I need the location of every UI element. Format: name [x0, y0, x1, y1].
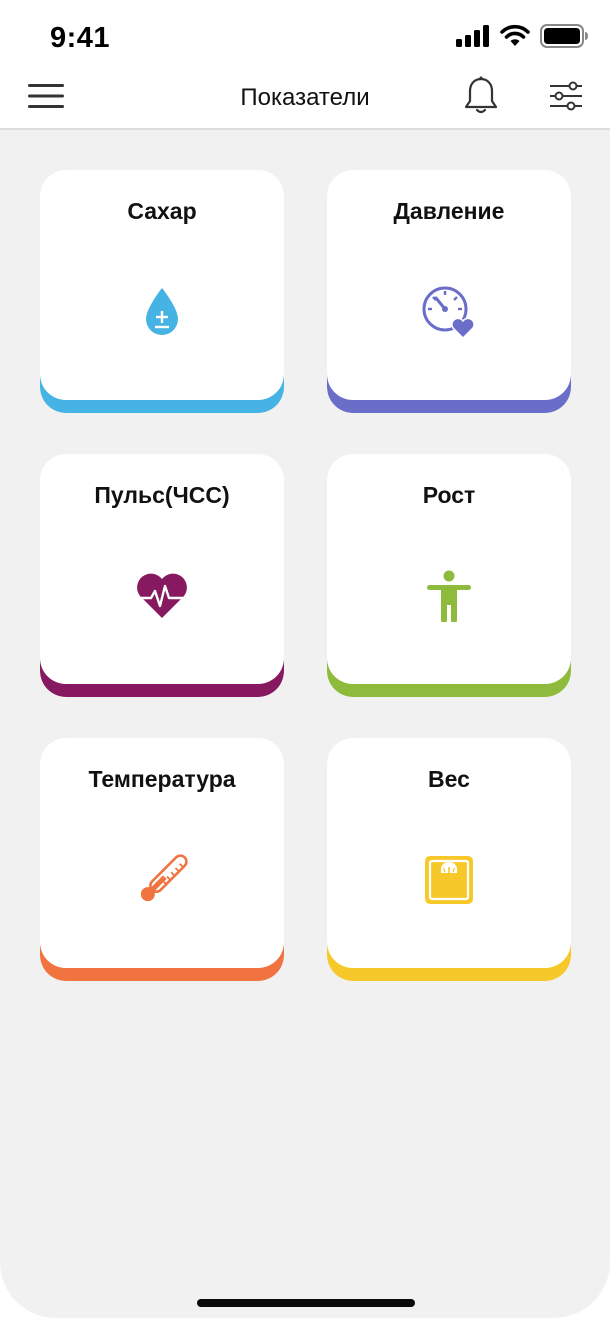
- card-pulse[interactable]: Пульс(ЧСС): [40, 454, 284, 697]
- card-pressure[interactable]: Давление: [327, 170, 571, 413]
- card-sugar[interactable]: Сахар: [40, 170, 284, 413]
- nav-bar: Показатели: [0, 70, 610, 130]
- card-body: Температура: [40, 738, 284, 968]
- card-title: Пульс(ЧСС): [94, 482, 230, 508]
- card-body: Сахар: [40, 170, 284, 400]
- cellular-signal-icon: [456, 24, 490, 52]
- blood-drop-icon: [132, 282, 192, 342]
- card-body: Давление: [327, 170, 571, 400]
- card-body: Пульс(ЧСС): [40, 454, 284, 684]
- card-title: Рост: [422, 482, 476, 508]
- pressure-gauge-heart-icon: [419, 282, 479, 342]
- card-title: Вес: [428, 766, 470, 792]
- bell-icon: [463, 76, 499, 121]
- status-icons: [456, 23, 588, 53]
- page-title: Показатели: [240, 84, 370, 111]
- app-screen: 9:41 Показатели Сахар Давление Пульс(ЧСС…: [0, 0, 610, 1318]
- indicators-grid: Сахар Давление Пульс(ЧСС) Рост Температу…: [40, 170, 571, 981]
- card-title: Температура: [88, 766, 236, 792]
- card-height[interactable]: Рост: [327, 454, 571, 697]
- heart-pulse-icon: [132, 566, 192, 626]
- wifi-icon: [500, 24, 530, 53]
- card-body: Рост: [327, 454, 571, 684]
- card-body: Вес: [327, 738, 571, 968]
- status-bar: 9:41: [0, 0, 610, 70]
- thermometer-icon: [132, 850, 192, 910]
- notifications-button[interactable]: [457, 76, 505, 120]
- battery-icon: [540, 23, 588, 53]
- card-title: Сахар: [127, 198, 197, 224]
- card-temperature[interactable]: Температура: [40, 738, 284, 981]
- home-indicator[interactable]: [197, 1299, 415, 1307]
- person-height-icon: [419, 566, 479, 626]
- status-time: 9:41: [50, 22, 111, 54]
- card-title: Давление: [393, 198, 505, 224]
- scale-icon: [419, 850, 479, 910]
- sliders-icon: [549, 81, 583, 116]
- filter-button[interactable]: [542, 76, 590, 120]
- card-weight[interactable]: Вес: [327, 738, 571, 981]
